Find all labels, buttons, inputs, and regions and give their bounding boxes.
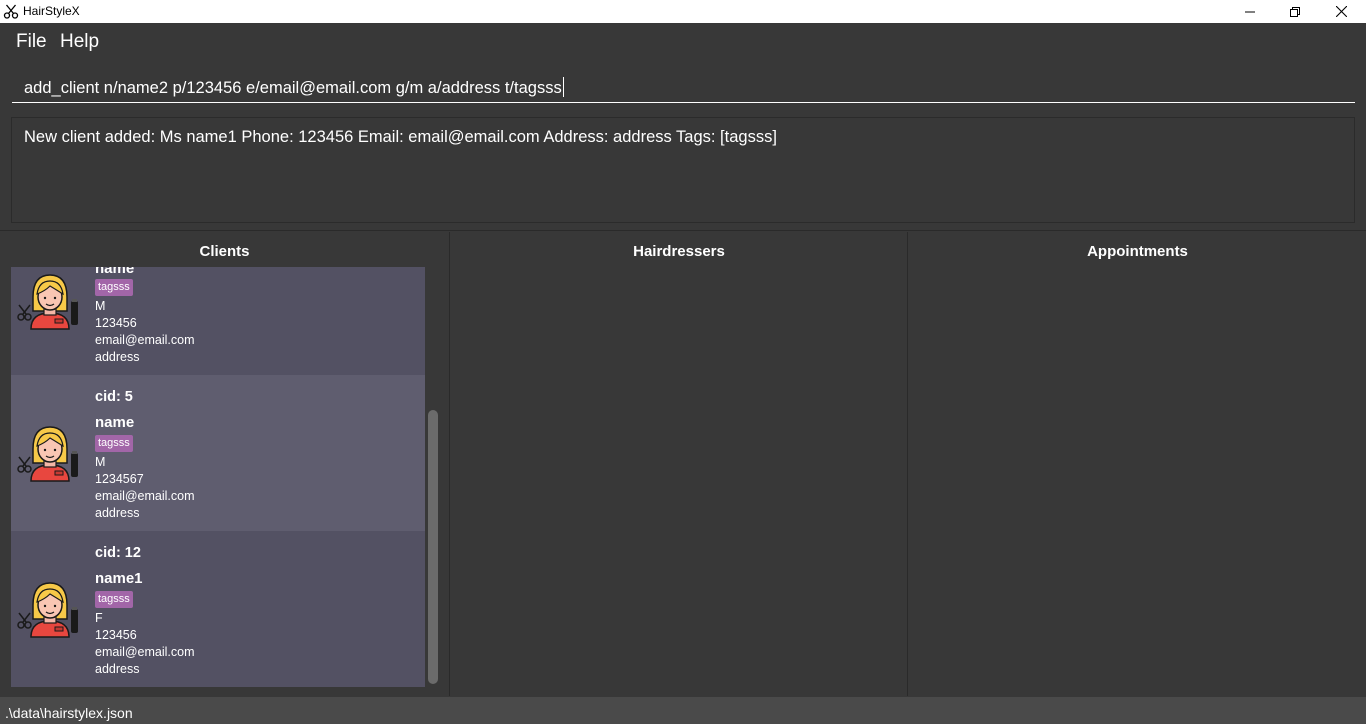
close-button[interactable]: [1318, 0, 1364, 23]
client-card[interactable]: cid: 5 name tagsss M 1234567 email@email…: [11, 375, 425, 531]
menu-file[interactable]: File: [16, 31, 47, 53]
client-list-scrollbar-thumb[interactable]: [428, 410, 438, 684]
client-list[interactable]: name tagsss M 123456 email@email.com add…: [11, 267, 439, 687]
title-bar: HairStyleX: [0, 0, 1366, 23]
client-phone: 123456: [95, 628, 137, 642]
client-tag: tagsss: [95, 435, 133, 452]
client-name: name: [95, 267, 135, 277]
clients-panel: Clients name tagsss M 123456 email@email…: [0, 232, 450, 696]
client-name: name1: [95, 570, 143, 587]
status-bar: .\data\hairstylex.json: [0, 697, 1366, 724]
hairdressers-panel: Hairdressers: [451, 232, 908, 696]
client-email: email@email.com: [95, 333, 195, 347]
client-email: email@email.com: [95, 645, 195, 659]
command-text: add_client n/name2 p/123456 e/email@emai…: [24, 79, 562, 97]
appointments-title: Appointments: [1087, 243, 1188, 260]
client-gender: M: [95, 455, 106, 469]
client-address: address: [95, 350, 140, 364]
client-tag: tagsss: [95, 591, 133, 608]
close-icon: [1335, 6, 1347, 17]
appointments-panel: Appointments: [909, 232, 1366, 696]
client-name: name: [95, 414, 135, 431]
client-address: address: [95, 662, 140, 676]
clients-title: Clients: [199, 243, 250, 260]
client-card[interactable]: cid: 12 name1 tagsss F 123456 email@emai…: [11, 531, 425, 687]
result-display-container: New client added: Ms name1 Phone: 123456…: [0, 111, 1366, 231]
hairdresser-avatar-icon: [15, 267, 81, 333]
result-display[interactable]: New client added: Ms name1 Phone: 123456…: [11, 117, 1355, 223]
hairdressers-title: Hairdressers: [633, 243, 725, 260]
scissors-icon: [3, 4, 19, 19]
save-location: .\data\hairstylex.json: [5, 705, 133, 721]
restore-icon: [1290, 6, 1300, 17]
client-gender: F: [95, 611, 103, 625]
hairdresser-avatar-icon: [15, 419, 81, 485]
client-id: cid: 5: [95, 389, 133, 405]
minimize-icon: [1245, 11, 1255, 12]
menu-bar: File Help: [0, 23, 1366, 59]
client-phone: 1234567: [95, 472, 144, 486]
command-input[interactable]: add_client n/name2 p/123456 e/email@emai…: [12, 63, 1355, 103]
command-box-container: add_client n/name2 p/123456 e/email@emai…: [0, 59, 1366, 111]
text-cursor: [562, 77, 564, 97]
hairdresser-avatar-icon: [15, 575, 81, 641]
result-text: New client added: Ms name1 Phone: 123456…: [24, 128, 777, 146]
client-phone: 123456: [95, 316, 137, 330]
client-gender: M: [95, 299, 106, 313]
window-title: HairStyleX: [23, 4, 80, 18]
client-card[interactable]: name tagsss M 123456 email@email.com add…: [11, 267, 425, 377]
restore-button[interactable]: [1272, 0, 1318, 23]
menu-help[interactable]: Help: [60, 31, 99, 53]
client-id: cid: 12: [95, 545, 141, 561]
client-email: email@email.com: [95, 489, 195, 503]
minimize-button[interactable]: [1227, 0, 1273, 23]
client-tag: tagsss: [95, 279, 133, 296]
client-address: address: [95, 506, 140, 520]
